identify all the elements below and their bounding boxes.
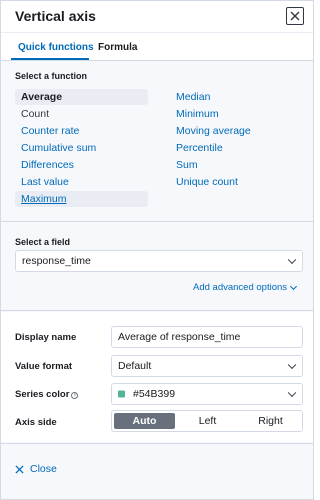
- tab-bar: Quick functions Formula: [1, 33, 313, 61]
- chevron-down-icon: [287, 255, 297, 265]
- close-button[interactable]: Close: [15, 463, 57, 475]
- function-percentile[interactable]: Percentile: [176, 140, 223, 156]
- close-button-label: Close: [30, 463, 57, 475]
- display-name-label: Display name: [15, 332, 77, 343]
- field-select[interactable]: response_time: [15, 250, 303, 272]
- function-median[interactable]: Median: [176, 89, 210, 105]
- function-unique-count[interactable]: Unique count: [176, 174, 238, 190]
- panel-title: Vertical axis: [15, 8, 96, 24]
- function-count[interactable]: Count: [21, 106, 49, 122]
- active-tab-indicator: [11, 58, 89, 60]
- display-name-input[interactable]: Average of response_time: [111, 326, 303, 348]
- tab-quick-functions[interactable]: Quick functions: [18, 42, 94, 53]
- function-differences[interactable]: Differences: [21, 157, 74, 173]
- tab-formula[interactable]: Formula: [98, 42, 137, 53]
- function-sum[interactable]: Sum: [176, 157, 198, 173]
- flyout-panel: Vertical axis Quick functions Formula Se…: [0, 0, 314, 500]
- flyout-footer: Close: [1, 443, 313, 499]
- axis-side-label: Axis side: [15, 417, 57, 428]
- options-section: Display name Average of response_time Va…: [1, 312, 313, 442]
- value-format-label: Value format: [15, 361, 73, 372]
- series-color-label-text: Series color: [15, 389, 70, 400]
- chevron-down-icon: [287, 360, 297, 370]
- select-field-label: Select a field: [15, 237, 71, 247]
- axis-side-left-button[interactable]: Left: [177, 413, 238, 429]
- function-minimum[interactable]: Minimum: [176, 106, 219, 122]
- function-maximum[interactable]: Maximum: [21, 191, 67, 207]
- axis-side-toggle: Auto Left Right: [111, 410, 303, 432]
- series-color-label: Series color i: [15, 389, 79, 400]
- function-last-value[interactable]: Last value: [21, 174, 69, 190]
- close-icon: [290, 11, 300, 21]
- color-swatch: [118, 390, 125, 398]
- close-icon: [15, 464, 24, 474]
- value-format-value: Default: [118, 360, 152, 372]
- field-select-value: response_time: [22, 255, 91, 267]
- axis-side-auto-button[interactable]: Auto: [114, 413, 175, 429]
- function-moving-average[interactable]: Moving average: [176, 123, 251, 139]
- chevron-down-icon: [289, 282, 298, 291]
- add-advanced-options-link[interactable]: Add advanced options: [193, 282, 287, 293]
- function-section: Select a function Average Count Counter …: [1, 62, 313, 222]
- flyout-header: Vertical axis: [1, 1, 313, 33]
- series-color-picker[interactable]: #54B399: [111, 383, 303, 405]
- field-section: Select a field response_time Add advance…: [1, 223, 313, 311]
- series-color-value: #54B399: [133, 388, 176, 400]
- value-format-select[interactable]: Default: [111, 355, 303, 377]
- axis-side-right-button[interactable]: Right: [240, 413, 301, 429]
- display-name-value: Average of response_time: [118, 331, 241, 343]
- function-counter-rate[interactable]: Counter rate: [21, 123, 79, 139]
- function-cumulative-sum[interactable]: Cumulative sum: [21, 140, 96, 156]
- chevron-down-icon: [287, 388, 297, 398]
- close-icon-button[interactable]: [286, 7, 304, 25]
- select-function-label: Select a function: [15, 71, 88, 81]
- function-average[interactable]: Average: [21, 89, 62, 105]
- info-icon[interactable]: i: [71, 392, 79, 399]
